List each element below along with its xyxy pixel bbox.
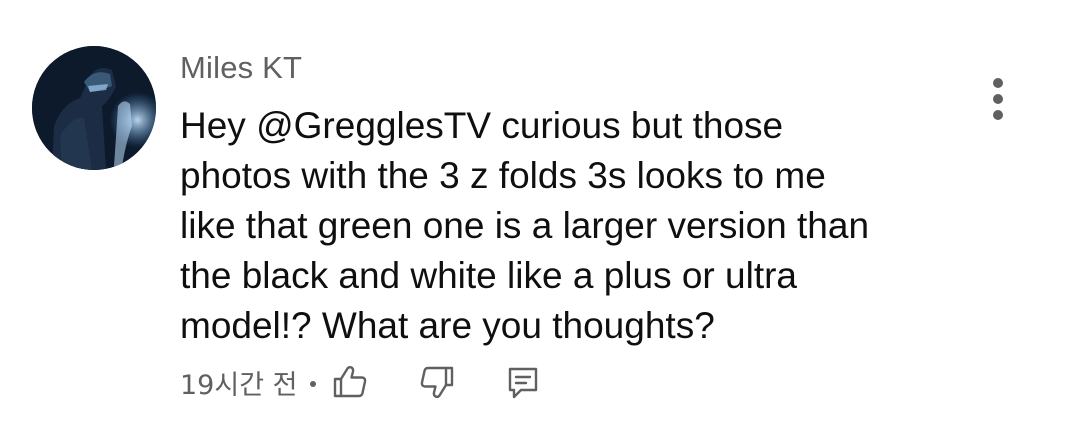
comment: Miles KT Hey @GregglesTV curious but tho…: [0, 0, 1080, 443]
more-options-button[interactable]: [980, 74, 1016, 124]
separator-dot: [310, 381, 317, 387]
thumb-up-icon: [334, 365, 367, 398]
avatar-image: [32, 46, 156, 170]
comment-timestamp: 19시간 전: [180, 369, 298, 401]
thumb-down-icon: [421, 366, 454, 399]
dislike-button[interactable]: [417, 362, 457, 402]
avatar[interactable]: [32, 46, 156, 170]
comment-text-line: model!? What are you thoughts?: [180, 305, 715, 346]
reply-comment-icon: [509, 367, 538, 399]
comment-text-line: like that green one is a larger version …: [180, 205, 870, 246]
comment-text-line: Hey @GregglesTV curious but those: [180, 105, 784, 146]
reply-button[interactable]: [503, 362, 543, 402]
comment-actions: 19시간 전: [180, 360, 543, 404]
like-button[interactable]: [330, 362, 370, 402]
comment-text-line: photos with the 3 z folds 3s looks to me: [180, 155, 826, 196]
comment-text: Hey @GregglesTV curious but those photos…: [180, 101, 950, 351]
comment-author[interactable]: Miles KT: [180, 50, 302, 86]
comment-text-line: the black and white like a plus or ultra: [180, 255, 798, 296]
